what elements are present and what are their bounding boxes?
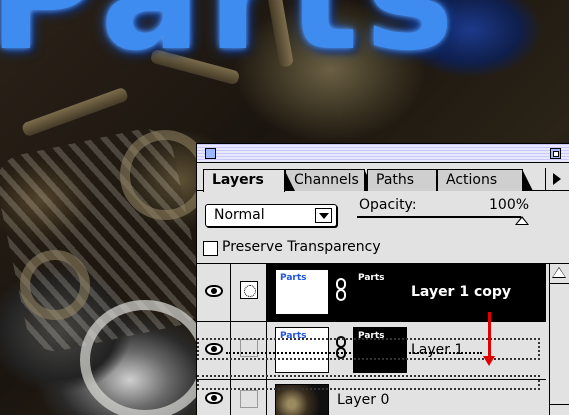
tab-paths[interactable]: Paths bbox=[367, 169, 447, 191]
nut-graphic bbox=[20, 250, 90, 320]
close-box-icon[interactable] bbox=[205, 148, 216, 159]
opacity-value[interactable]: 100% bbox=[489, 197, 529, 213]
blend-mode-value: Normal bbox=[214, 207, 265, 223]
preserve-transparency-checkbox[interactable] bbox=[203, 241, 218, 256]
layer-thumbnail[interactable]: Parts bbox=[275, 269, 329, 315]
empty-box-icon bbox=[240, 390, 258, 408]
parts-title-text: Parts bbox=[0, 0, 460, 72]
layer-name[interactable]: Layer 1 copy bbox=[411, 284, 511, 300]
link-icon[interactable] bbox=[336, 278, 346, 302]
tab-channels[interactable]: Channels bbox=[285, 169, 375, 191]
layer-name[interactable]: Layer 0 bbox=[337, 392, 389, 408]
layer-mask-thumbnail[interactable]: Parts bbox=[353, 269, 407, 315]
opacity-slider-thumb[interactable] bbox=[515, 216, 529, 225]
palette-menu-arrow-icon[interactable] bbox=[545, 168, 567, 190]
eye-icon[interactable] bbox=[205, 392, 223, 404]
opacity-label: Opacity: bbox=[359, 197, 417, 213]
preserve-transparency-label: Preserve Transparency bbox=[222, 239, 381, 255]
scroll-down-arrow-icon[interactable] bbox=[550, 404, 569, 415]
drag-outline bbox=[197, 375, 540, 390]
layer-controls: Normal Opacity: 100% bbox=[197, 192, 569, 232]
tab-actions[interactable]: Actions bbox=[437, 169, 533, 191]
opacity-slider-track[interactable] bbox=[357, 216, 521, 218]
bolt-graphic bbox=[20, 86, 130, 138]
tab-layers[interactable]: Layers bbox=[203, 169, 295, 192]
palette-tabs: Layers Channels Paths Actions bbox=[197, 163, 569, 192]
chevron-down-icon[interactable] bbox=[315, 208, 332, 223]
brush-icon bbox=[240, 281, 258, 299]
thumbnail-text: Parts bbox=[280, 273, 307, 283]
visibility-cell[interactable] bbox=[197, 264, 231, 321]
scroll-up-arrow-icon[interactable] bbox=[550, 264, 569, 284]
zoom-box-icon[interactable] bbox=[550, 148, 561, 159]
blend-mode-select[interactable]: Normal bbox=[205, 204, 337, 227]
edit-mode-cell[interactable] bbox=[231, 264, 267, 321]
ring-graphic bbox=[80, 300, 210, 415]
drag-direction-arrow-icon bbox=[483, 312, 495, 366]
palette-titlebar[interactable] bbox=[197, 144, 569, 163]
drag-guide-line bbox=[226, 352, 482, 354]
layer-row[interactable]: Parts Parts Layer 1 copy bbox=[197, 264, 546, 322]
layers-scrollbar[interactable] bbox=[549, 264, 569, 415]
eye-icon[interactable] bbox=[205, 285, 223, 297]
mask-thumbnail-text: Parts bbox=[358, 273, 385, 283]
